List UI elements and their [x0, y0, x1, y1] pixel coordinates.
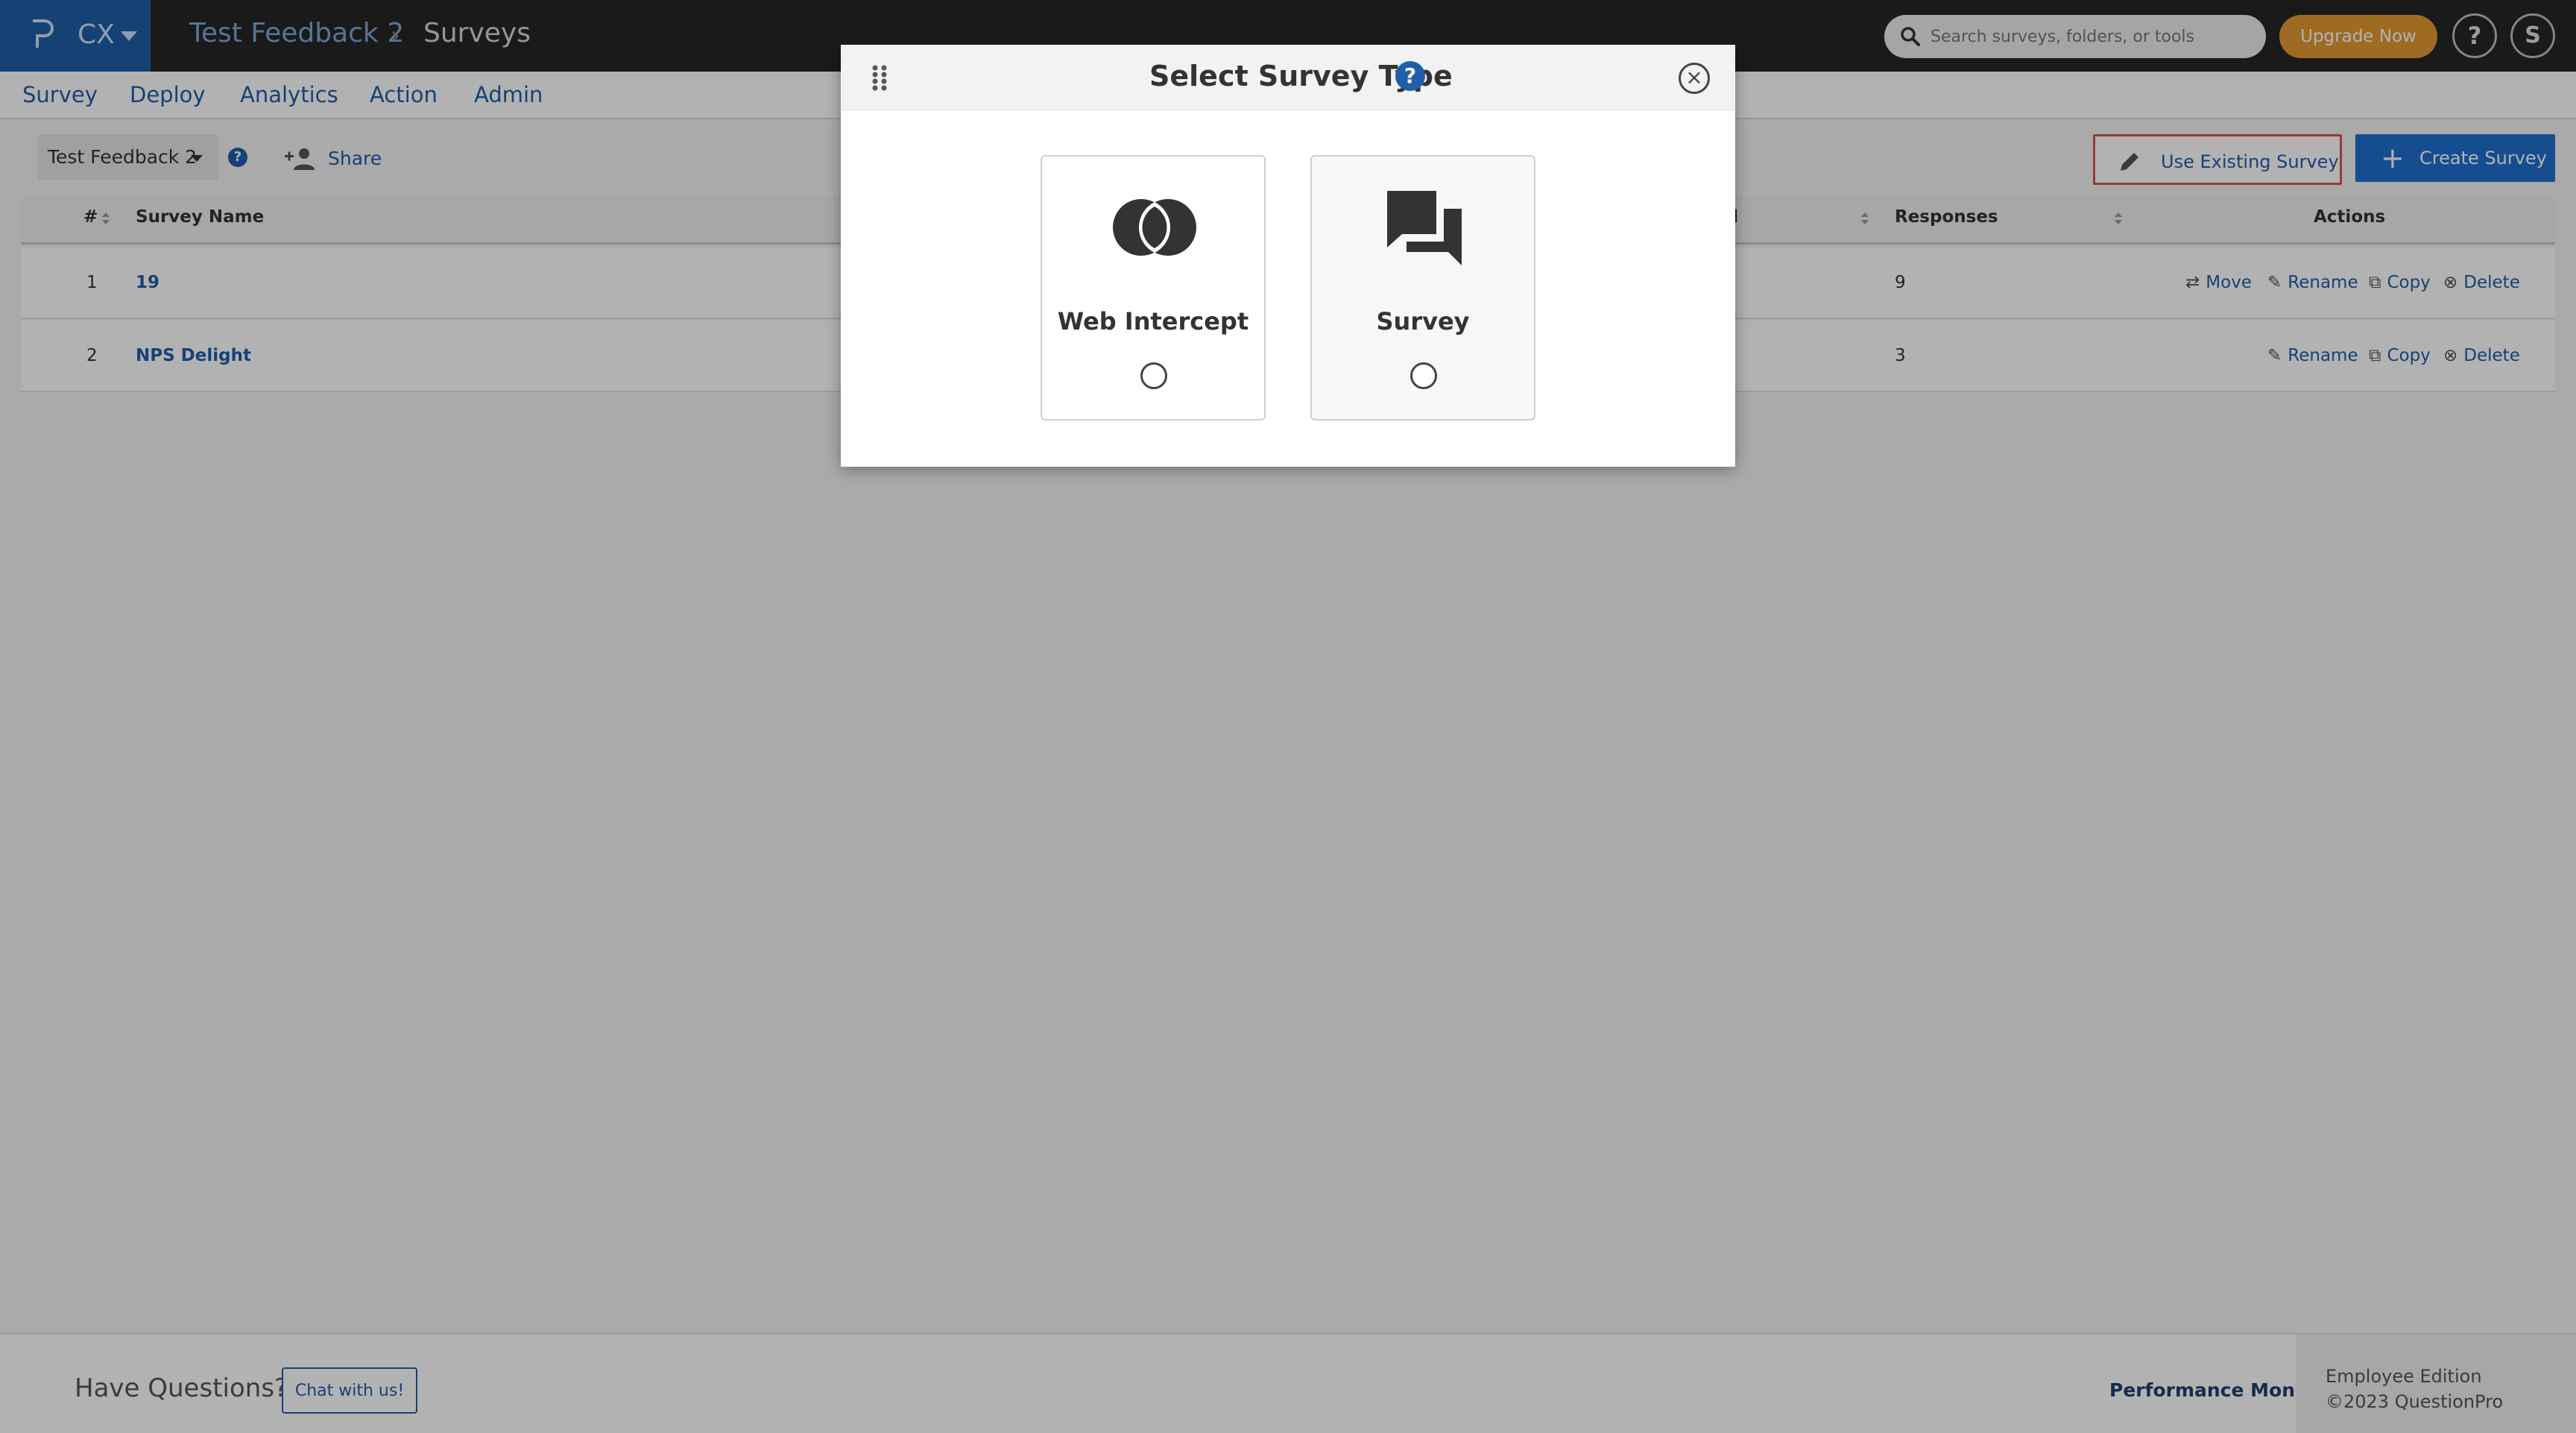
- chat-bubbles-icon: [1387, 191, 1462, 265]
- option-label: Survey: [1376, 307, 1470, 336]
- web-intercept-icon: [1113, 199, 1196, 256]
- close-icon[interactable]: ×: [1679, 63, 1710, 94]
- survey-radio[interactable]: [1410, 362, 1437, 389]
- option-web-intercept[interactable]: Web Intercept: [1041, 155, 1266, 421]
- option-survey[interactable]: Survey: [1310, 155, 1535, 421]
- web-intercept-radio[interactable]: [1140, 362, 1167, 389]
- drag-handle-icon[interactable]: [871, 64, 888, 91]
- dialog-header: Select Survey Type ? ×: [841, 45, 1735, 110]
- option-label: Web Intercept: [1057, 307, 1249, 336]
- dialog-help-icon[interactable]: ?: [1395, 61, 1425, 91]
- select-survey-type-dialog: Select Survey Type ? × Web Intercept Sur…: [841, 45, 1735, 467]
